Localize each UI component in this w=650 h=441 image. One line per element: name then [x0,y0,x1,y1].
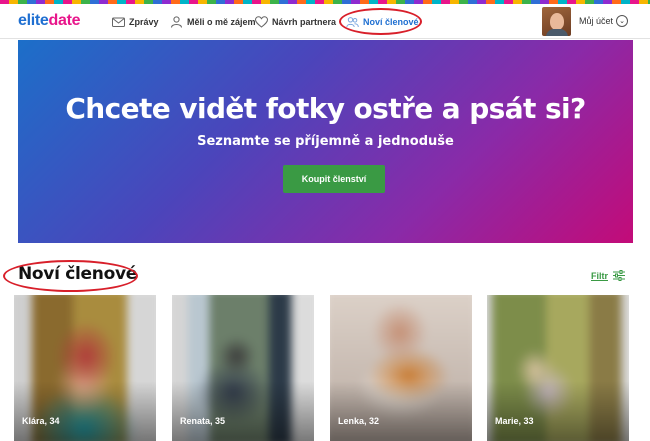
header-divider [0,38,650,39]
filter-label: Filtr [591,270,608,281]
member-card[interactable]: Renata, 35 [172,295,314,441]
member-name: Lenka, 32 [338,416,380,426]
logo-text-elite: elite [18,12,49,29]
people-icon [346,17,359,28]
nav-partner-label: Návrh partnera [272,17,337,27]
nav-new-members-label: Noví členové [363,17,419,27]
logo-text-date: date [48,12,81,29]
elitedate-logo[interactable]: elitedate [18,12,81,30]
account-menu[interactable]: Můj účet ⌄ [579,15,629,27]
avatar[interactable] [542,7,571,36]
member-card[interactable]: Lenka, 32 [330,295,472,441]
section-title: Noví členové [18,264,137,284]
heart-icon [255,16,268,28]
banner-subtitle: Seznamte se příjemně a jednoduše [197,134,454,149]
promo-banner: Chcete vidět fotky ostře a psát si? Sezn… [18,40,633,243]
filter-button[interactable]: Filtr [591,270,625,281]
chevron-down-icon: ⌄ [616,15,629,27]
sliders-icon [613,270,625,281]
envelope-icon [112,17,125,27]
member-card[interactable]: Klára, 34 [14,295,156,441]
nav-partner[interactable]: Návrh partnera [255,14,336,30]
nav-new-members[interactable]: Noví členové [346,14,419,30]
member-name: Klára, 34 [22,416,60,426]
banner-title: Chcete vidět fotky ostře a psát si? [65,92,586,125]
buy-membership-button[interactable]: Koupit členství [283,165,385,193]
nav-interested-label: Měli o mě zájem [187,17,256,27]
nav-messages-label: Zprávy [129,17,159,27]
nav-interested[interactable]: Měli o mě zájem [170,14,256,30]
person-icon [171,16,182,28]
nav-messages[interactable]: Zprávy [112,14,159,30]
member-name: Renata, 35 [180,416,226,426]
member-card[interactable]: Marie, 33 [487,295,629,441]
member-name: Marie, 33 [495,416,534,426]
account-label: Můj účet [579,16,614,26]
top-header: elitedate Zprávy Měli o mě zájem Návrh p… [0,4,650,38]
